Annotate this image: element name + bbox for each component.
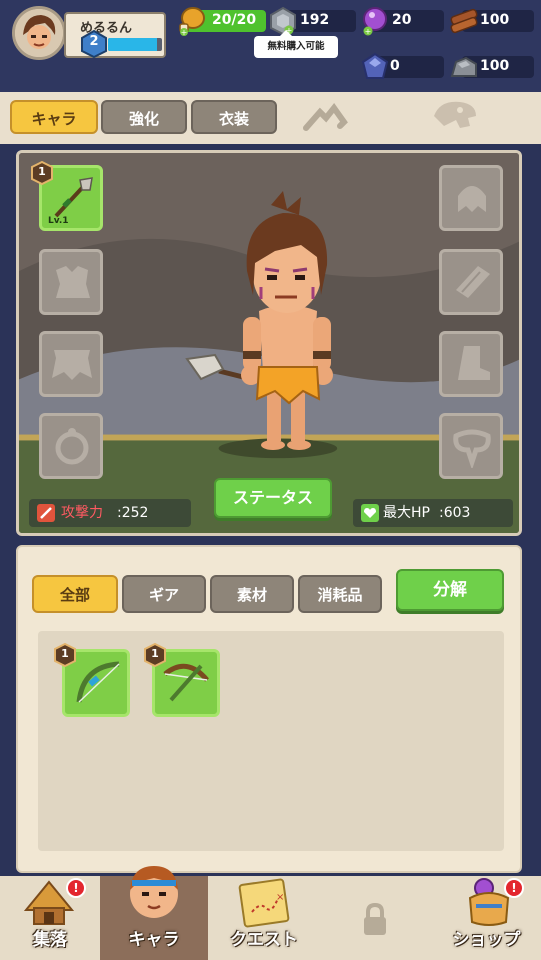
avatar-face-icon: [15, 9, 63, 57]
stone-value: 100: [480, 58, 510, 74]
filter-all[interactable]: 全部: [32, 575, 118, 613]
tab-costume[interactable]: 衣装: [191, 100, 277, 134]
filter-gear[interactable]: ギア: [122, 575, 206, 613]
weapon-level-text: Lv.1: [48, 216, 69, 226]
purple-orb-icon: +: [363, 7, 387, 36]
decompose-button[interactable]: 分解: [396, 569, 504, 611]
svg-text:×: ×: [276, 892, 284, 903]
svg-text:+: +: [365, 27, 372, 36]
dino-skull-decoration-icon: [434, 101, 476, 128]
nav-locked[interactable]: [320, 876, 432, 960]
status-button[interactable]: ステータス: [214, 478, 332, 518]
player-level: 2: [89, 34, 99, 49]
inventory-panel: 全部 ギア 素材 消耗品 分解 1 1: [16, 545, 522, 873]
item-tier: 1: [151, 647, 159, 660]
tab-enhance[interactable]: 強化: [101, 100, 187, 134]
weapon-tier: 1: [38, 165, 46, 178]
nav-character-label: キャラ: [128, 930, 180, 950]
horned-helmet-icon: [458, 186, 486, 212]
nav-shop[interactable]: ! ショップ: [432, 876, 541, 960]
nav-quest-label: クエスト: [230, 930, 298, 950]
accessory-slot[interactable]: [439, 413, 503, 479]
item-tier-badge: 1: [144, 642, 166, 668]
coin-value: 192: [300, 12, 330, 28]
hp-stat: 最大HP :603: [353, 499, 513, 527]
xp-bar-fill: [108, 38, 157, 51]
hp-value: :603: [439, 505, 471, 521]
free-purchase-tooltip: 無料購入可能: [254, 30, 338, 58]
boots-slot[interactable]: [439, 331, 503, 397]
bottom-nav: ! 集落 キャラ × クエスト ! ショップ: [0, 866, 541, 960]
loincloth-icon: [52, 350, 92, 380]
character-face-icon: [130, 866, 178, 918]
loincloth-slot[interactable]: [39, 331, 103, 397]
attack-label: 攻撃力: [61, 505, 103, 521]
item-tier-badge: 1: [54, 642, 76, 668]
spear-icon: [54, 177, 93, 218]
fur-armor-icon: [56, 266, 90, 298]
blue-gem-value: 0: [390, 58, 400, 74]
weapon-tier-badge: 1: [31, 160, 53, 186]
sword-icon: [37, 504, 55, 522]
shop-alert-badge: !: [504, 878, 524, 898]
blue-gem-icon: [361, 52, 389, 79]
attack-value: :252: [117, 505, 149, 521]
inventory-grid: 1 1: [38, 631, 504, 851]
wood-value: 100: [480, 12, 510, 28]
tab-character[interactable]: キャラ: [10, 100, 98, 134]
ring-slot[interactable]: [39, 413, 103, 479]
player-level-badge: 2: [80, 29, 108, 59]
stamina-value: 20/20: [212, 12, 257, 28]
xp-bar: [108, 38, 162, 51]
nav-quest[interactable]: × クエスト: [208, 876, 320, 960]
filter-materials[interactable]: 素材: [210, 575, 294, 613]
helmet-slot[interactable]: [439, 165, 503, 231]
necklace-icon: [453, 429, 491, 468]
bone-decoration-icon: [303, 103, 348, 131]
stone-icon: [450, 56, 477, 77]
item-tier: 1: [61, 647, 69, 660]
attack-stat: 攻撃力 :252: [29, 499, 191, 527]
heart-icon: [361, 504, 379, 522]
character-panel: Lv.1 1 攻撃力:252 ステータス 最大HP:603: [16, 150, 522, 536]
purple-gem-value: 20: [392, 12, 412, 28]
lock-icon: [364, 902, 386, 935]
boot-icon: [458, 346, 490, 380]
top-header: めるるん 2 20/20 + 192 + 無料購入可能 20 +: [0, 0, 541, 92]
hp-label: 最大HP: [383, 505, 430, 521]
village-alert-badge: !: [66, 878, 86, 898]
ring-icon: [55, 428, 89, 465]
section-tab-bar: キャラ 強化 衣装: [0, 92, 541, 144]
character-figure: [185, 191, 333, 450]
nav-shop-label: ショップ: [452, 930, 521, 950]
treasure-map-icon: ×: [238, 878, 290, 928]
wood-log-icon: [450, 8, 478, 34]
nav-village[interactable]: ! 集落: [0, 876, 100, 960]
svg-text:+: +: [181, 28, 188, 36]
filter-consumables[interactable]: 消耗品: [298, 575, 382, 613]
armor-slot[interactable]: [39, 249, 103, 315]
nav-village-label: 集落: [33, 930, 67, 950]
nav-character[interactable]: キャラ: [100, 866, 208, 960]
bandage-icon: [456, 266, 490, 298]
player-avatar[interactable]: [12, 6, 66, 60]
gloves-slot[interactable]: [439, 249, 503, 315]
meat-stamina-icon: +: [179, 7, 205, 36]
